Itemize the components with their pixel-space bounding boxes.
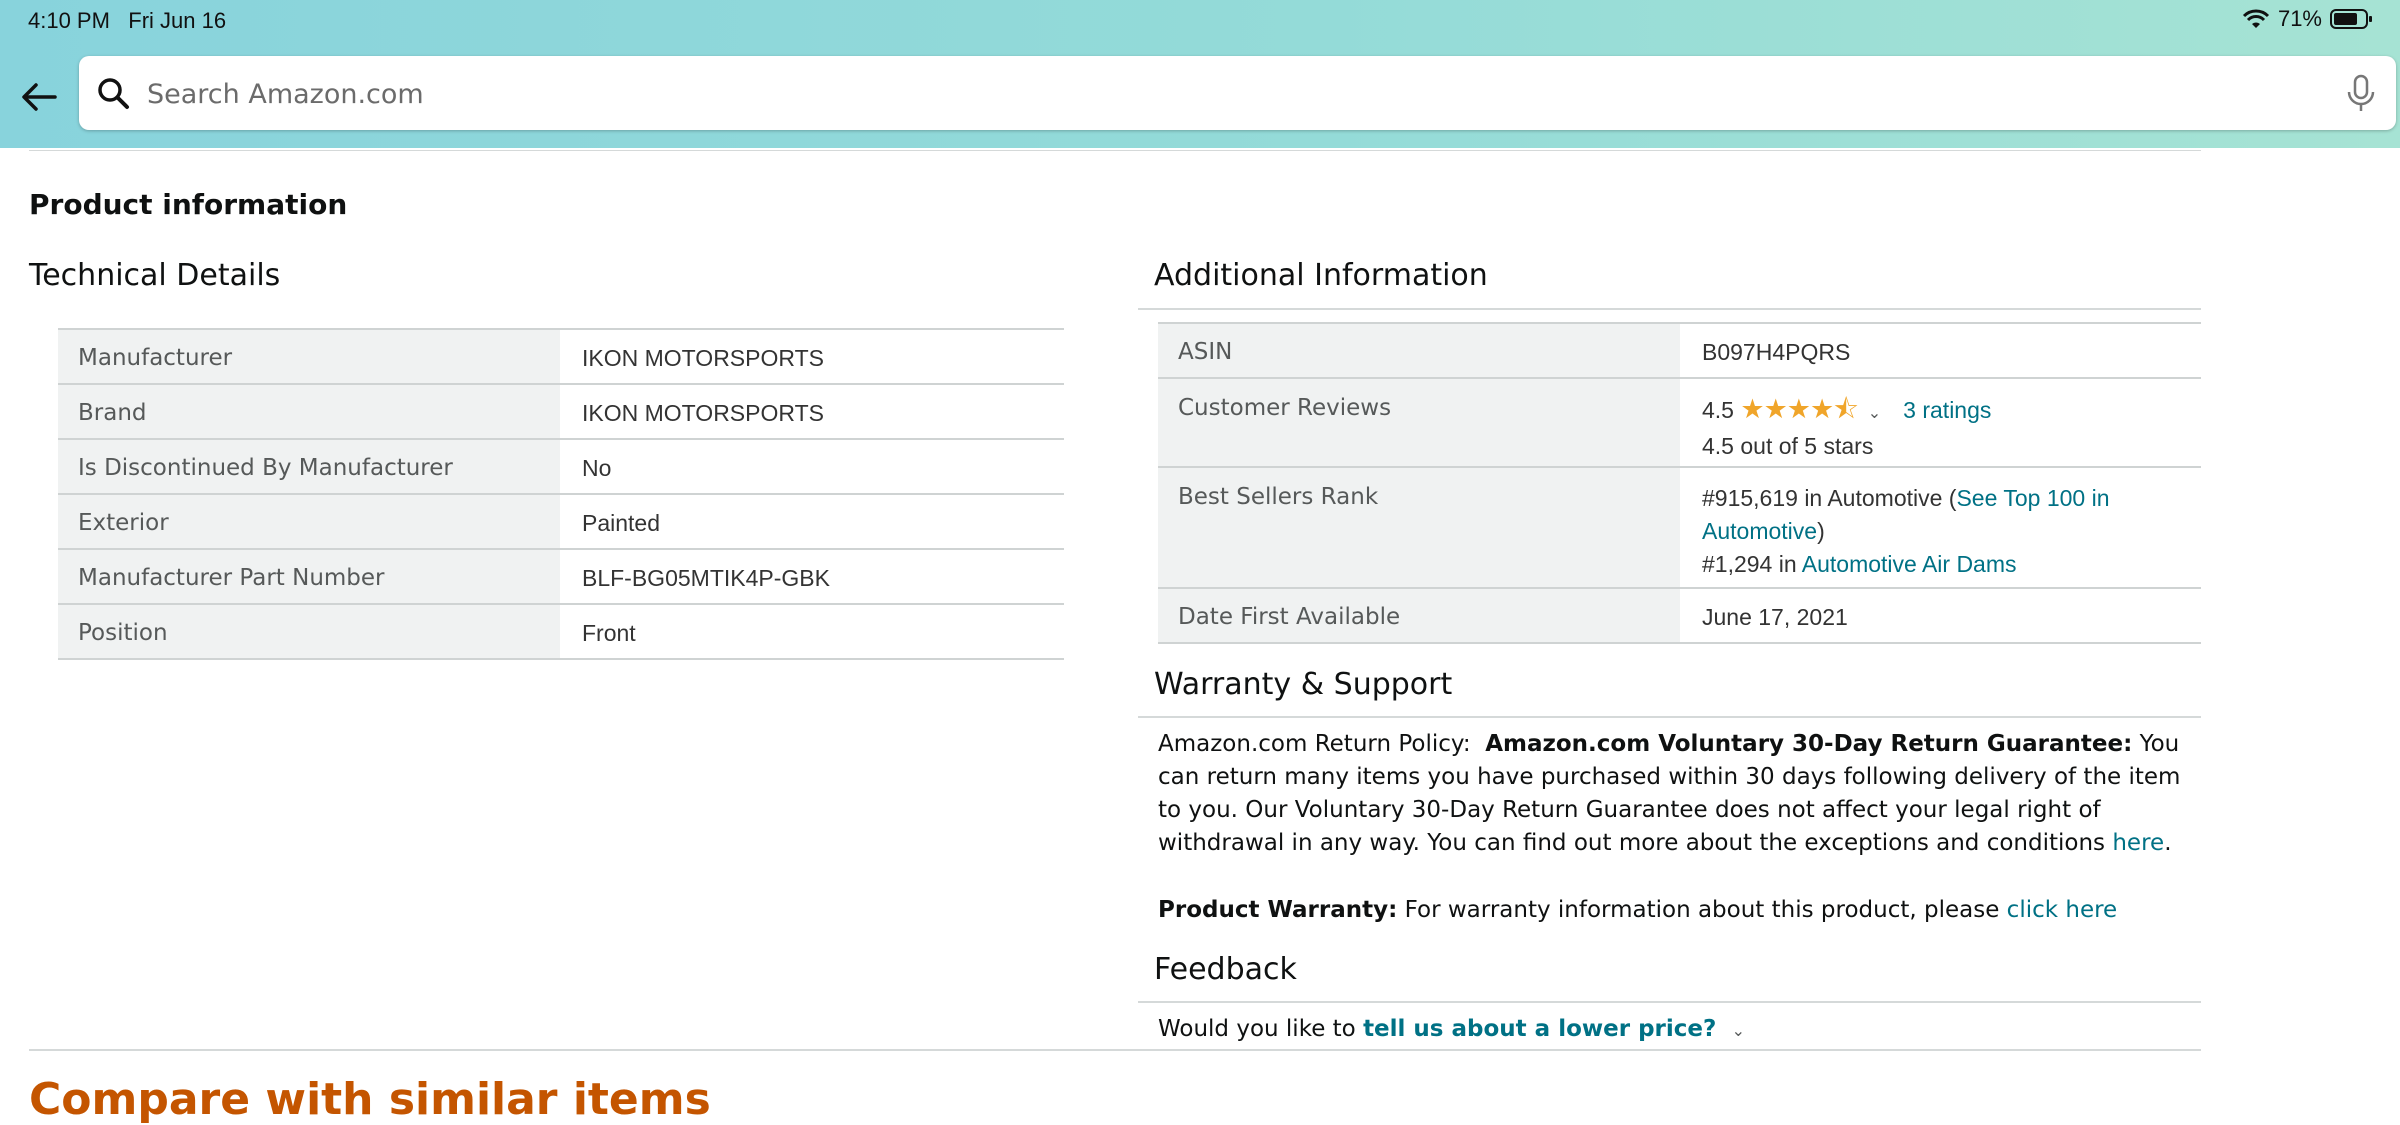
- divider: [1138, 716, 2201, 718]
- divider: [29, 150, 2201, 151]
- best-sellers-rank-label: Best Sellers Rank: [1158, 467, 1680, 588]
- search-icon: [98, 78, 129, 109]
- best-sellers-rank-value: #915,619 in Automotive (See Top 100 in A…: [1680, 467, 2201, 588]
- warranty-click-here-link[interactable]: click here: [2007, 897, 2118, 923]
- status-date: Fri Jun 16: [128, 8, 227, 33]
- warranty-label: Product Warranty:: [1158, 897, 1398, 923]
- technical-detail-value: IKON MOTORSPORTS: [582, 345, 824, 371]
- divider: [1138, 1001, 2201, 1003]
- back-button[interactable]: [16, 74, 62, 120]
- search-input[interactable]: [145, 68, 2299, 120]
- table-row: Exterior Painted: [58, 494, 1064, 549]
- technical-detail-label: Is Discontinued By Manufacturer: [58, 439, 560, 494]
- table-row: Date First Available June 17, 2021: [1158, 588, 2201, 643]
- date-first-available-label: Date First Available: [1158, 588, 1680, 643]
- table-row: Is Discontinued By Manufacturer No: [58, 439, 1064, 494]
- additional-information-heading: Additional Information: [1154, 258, 1488, 293]
- technical-detail-label: Position: [58, 604, 560, 659]
- chevron-down-icon[interactable]: ⌄: [1868, 405, 1881, 422]
- status-clock: 4:10 PM: [28, 8, 110, 33]
- table-row: Position Front: [58, 604, 1064, 659]
- battery-percent: 71%: [2277, 6, 2322, 31]
- technical-detail-value: No: [582, 455, 612, 481]
- section-title: Product information: [29, 188, 348, 221]
- product-warranty-text: Product Warranty: For warranty informati…: [1158, 897, 2117, 923]
- policy-period: .: [2164, 830, 2172, 856]
- rating-number: 4.5: [1702, 397, 1734, 423]
- technical-details-table: Manufacturer IKON MOTORSPORTS Brand IKON MO…: [58, 328, 1064, 660]
- customer-reviews-label: Customer Reviews: [1158, 378, 1680, 467]
- technical-detail-label: Manufacturer Part Number: [58, 549, 560, 604]
- asin-value: B097H4PQRS: [1702, 339, 1851, 365]
- feedback-prompt: Would you like to tell us about a lower …: [1158, 1016, 1745, 1042]
- air-dams-category-link[interactable]: Automotive Air Dams: [1802, 551, 2017, 577]
- table-row: Brand IKON MOTORSPORTS: [58, 384, 1064, 439]
- top-bar: 4:10 PM Fri Jun 16 71%: [0, 0, 2400, 148]
- divider: [29, 1049, 2201, 1051]
- microphone-icon[interactable]: [2344, 74, 2378, 114]
- compare-similar-items-heading: Compare with similar items: [29, 1074, 711, 1125]
- table-row: Manufacturer Part Number BLF-BG05MTIK4P-G…: [58, 549, 1064, 604]
- table-row: Best Sellers Rank #915,619 in Automotive…: [1158, 467, 2201, 588]
- rank-text: ): [1817, 518, 1825, 544]
- search-bar[interactable]: [79, 56, 2396, 130]
- status-indicators: 71%: [2242, 6, 2374, 32]
- customer-reviews-value: 4.5 ★★★★⯪ ⌄ 3 ratings 4.5 out of 5 stars: [1680, 378, 2201, 467]
- ratings-link[interactable]: 3 ratings: [1903, 397, 1991, 423]
- wifi-icon: [2242, 9, 2270, 28]
- rank-text: #1,294 in: [1702, 551, 1802, 577]
- status-time: 4:10 PM Fri Jun 16: [28, 8, 226, 34]
- rank-text: #915,619 in Automotive (: [1702, 485, 1957, 511]
- policy-here-link[interactable]: here: [2112, 830, 2164, 856]
- policy-guarantee-title: Amazon.com Voluntary 30-Day Return Guara…: [1485, 731, 2133, 757]
- date-first-available-value: June 17, 2021: [1702, 604, 1848, 630]
- technical-detail-label: Brand: [58, 384, 560, 439]
- warranty-support-heading: Warranty & Support: [1154, 667, 1453, 702]
- asin-label: ASIN: [1158, 323, 1680, 378]
- technical-details-heading: Technical Details: [29, 258, 281, 293]
- table-row: ASIN B097H4PQRS: [1158, 323, 2201, 378]
- return-policy-text: Amazon.com Return Policy: Amazon.com Vol…: [1158, 728, 2198, 860]
- feedback-text: Would you like to: [1158, 1016, 1356, 1042]
- divider: [1138, 308, 2201, 310]
- technical-detail-value: Front: [582, 620, 636, 646]
- technical-detail-value: Painted: [582, 510, 661, 536]
- table-row: Manufacturer IKON MOTORSPORTS: [58, 329, 1064, 384]
- table-row: Customer Reviews 4.5 ★★★★⯪ ⌄ 3 ratings 4.5…: [1158, 378, 2201, 467]
- lower-price-link[interactable]: tell us about a lower price?: [1363, 1016, 1716, 1042]
- back-arrow-icon: [22, 83, 57, 111]
- battery-icon: [2330, 9, 2372, 29]
- technical-detail-value: BLF-BG05MTIK4P-GBK: [582, 565, 830, 591]
- technical-detail-label: Exterior: [58, 494, 560, 549]
- rating-out-of: 4.5 out of 5 stars: [1702, 433, 1874, 459]
- technical-detail-label: Manufacturer: [58, 329, 560, 384]
- feedback-heading: Feedback: [1154, 952, 1297, 987]
- technical-detail-value: IKON MOTORSPORTS: [582, 400, 824, 426]
- warranty-body: For warranty information about this prod…: [1404, 897, 2000, 923]
- additional-information-table: ASIN B097H4PQRS Customer Reviews 4.5 ★★★…: [1158, 322, 2201, 644]
- policy-label: Amazon.com Return Policy:: [1158, 731, 1471, 757]
- chevron-down-icon[interactable]: ⌄: [1732, 1021, 1745, 1040]
- star-rating-icon[interactable]: ★★★★⯪: [1740, 394, 1858, 424]
